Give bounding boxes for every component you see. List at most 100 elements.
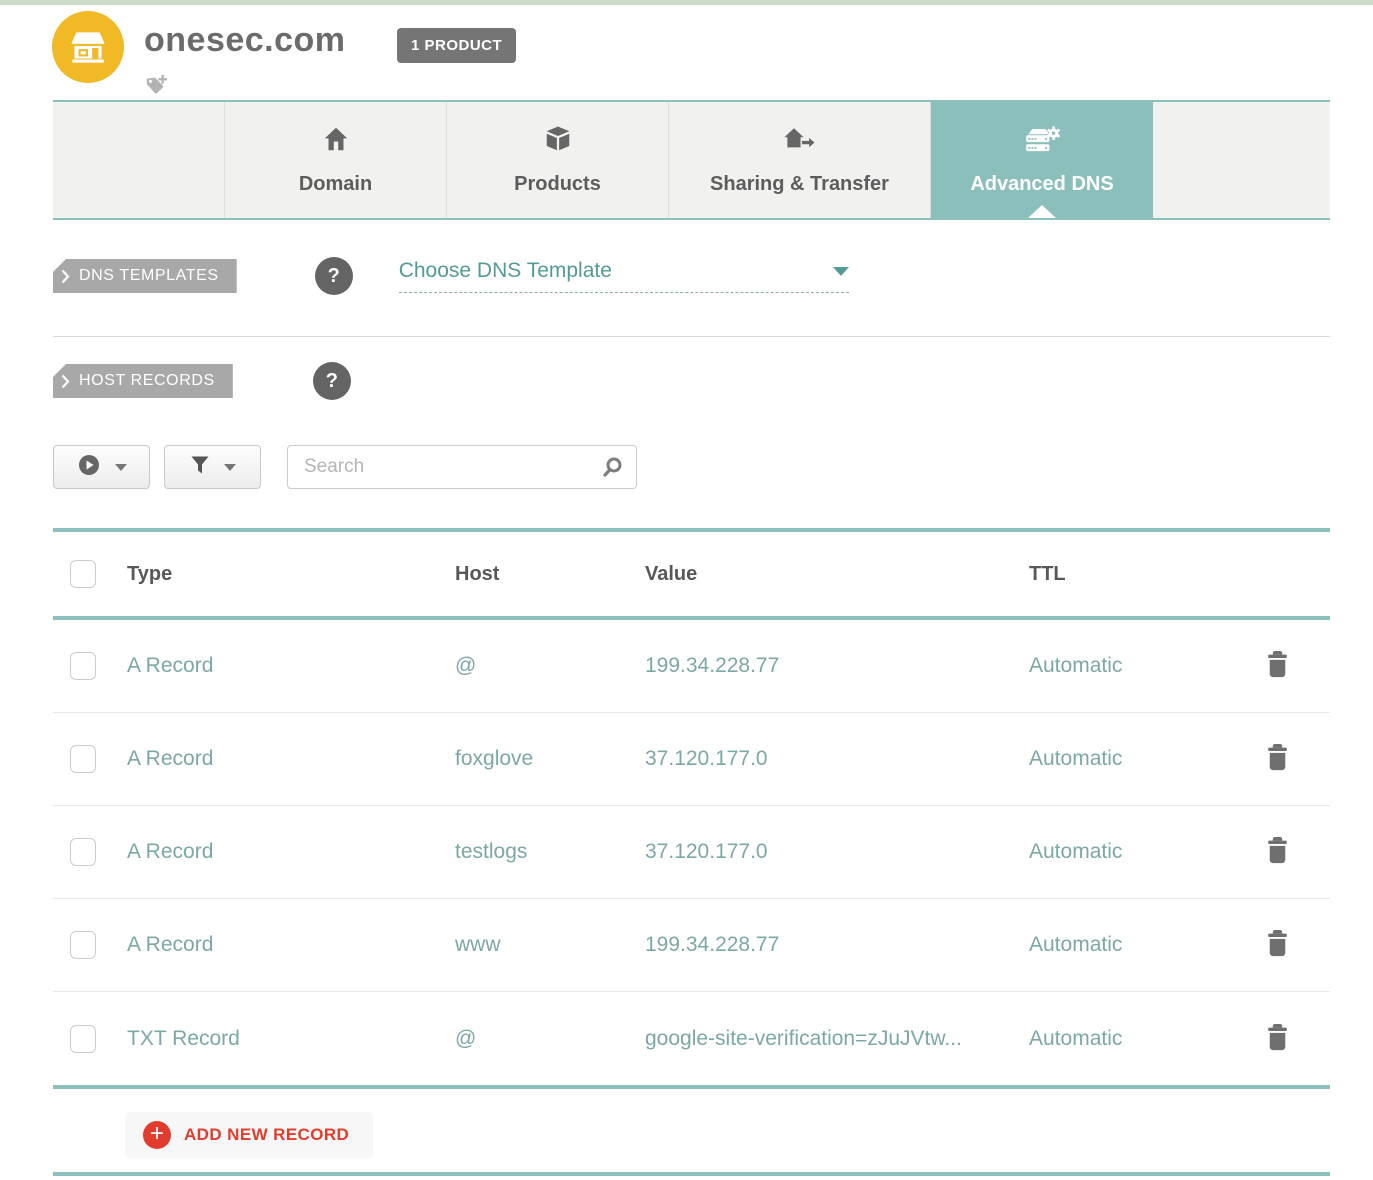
- row-checkbox[interactable]: [70, 1025, 96, 1053]
- package-icon: [543, 124, 573, 159]
- tab-sharing-transfer[interactable]: Sharing & Transfer: [669, 102, 931, 218]
- tab-domain-label: Domain: [299, 173, 372, 196]
- add-record-row: + ADD NEW RECORD: [125, 1112, 1373, 1158]
- delete-record-button[interactable]: [1265, 743, 1290, 775]
- delete-record-button[interactable]: [1265, 836, 1290, 868]
- record-host: testlogs: [455, 840, 645, 864]
- record-host: foxglove: [455, 747, 645, 771]
- filter-button[interactable]: [164, 445, 261, 489]
- record-type: TXT Record: [127, 1027, 455, 1051]
- dns-template-dropdown[interactable]: Choose DNS Template: [399, 259, 849, 293]
- column-header-host: Host: [455, 563, 645, 586]
- tab-advanced-dns-label: Advanced DNS: [970, 173, 1113, 196]
- trash-icon: [1265, 853, 1290, 868]
- column-header-ttl: TTL: [1029, 563, 1260, 586]
- plus-glyph: +: [150, 1122, 164, 1146]
- host-records-ribbon: HOST RECORDS: [53, 364, 233, 398]
- record-value: 199.34.228.77: [645, 933, 1029, 957]
- plus-icon: +: [143, 1121, 171, 1149]
- chevron-right-icon: [61, 269, 70, 284]
- house-transfer-icon: [782, 124, 818, 159]
- dns-templates-label: DNS TEMPLATES: [79, 267, 219, 285]
- record-value: 199.34.228.77: [645, 654, 1029, 678]
- dns-templates-help-icon[interactable]: ?: [315, 257, 353, 295]
- search-box: [287, 445, 637, 489]
- record-type: A Record: [127, 654, 455, 678]
- delete-record-button[interactable]: [1265, 650, 1290, 682]
- record-ttl: Automatic: [1029, 1027, 1260, 1051]
- column-header-value: Value: [645, 563, 1029, 586]
- chevron-down-icon: [115, 464, 127, 471]
- server-gear-icon: [1023, 124, 1061, 159]
- row-checkbox[interactable]: [70, 931, 96, 959]
- play-icon: [77, 453, 101, 482]
- domain-tab-bar: Domain Products Sharing & Transfer: [53, 100, 1330, 220]
- chevron-right-icon: [61, 374, 70, 389]
- record-host: @: [455, 654, 645, 678]
- record-host: @: [455, 1027, 645, 1051]
- trash-icon: [1265, 1040, 1290, 1055]
- record-type: A Record: [127, 840, 455, 864]
- filter-icon: [190, 455, 210, 480]
- record-value: google-site-verification=zJuJVtw...: [645, 1027, 1029, 1051]
- record-host: www: [455, 933, 645, 957]
- bulk-actions-button[interactable]: [53, 445, 150, 489]
- search-input[interactable]: [287, 445, 637, 489]
- host-records-section-header: HOST RECORDS ?: [53, 361, 1373, 401]
- dns-templates-ribbon: DNS TEMPLATES: [53, 259, 237, 293]
- question-mark-glyph: ?: [326, 370, 338, 393]
- table-row: A Record testlogs 37.120.177.0 Automatic: [53, 806, 1330, 899]
- record-ttl: Automatic: [1029, 747, 1260, 771]
- record-value: 37.120.177.0: [645, 747, 1029, 771]
- table-row: A Record www 199.34.228.77 Automatic: [53, 899, 1330, 992]
- tab-advanced-dns[interactable]: Advanced DNS: [931, 102, 1153, 218]
- host-records-label: HOST RECORDS: [79, 372, 215, 390]
- row-checkbox[interactable]: [70, 652, 96, 680]
- tab-products[interactable]: Products: [447, 102, 669, 218]
- domain-header: onesec.com 1 PRODUCT: [0, 5, 1373, 100]
- storefront-icon: [52, 11, 124, 83]
- column-header-type: Type: [127, 563, 455, 586]
- add-tag-icon[interactable]: [144, 74, 168, 101]
- add-new-record-button[interactable]: + ADD NEW RECORD: [125, 1112, 373, 1158]
- add-new-record-label: ADD NEW RECORD: [184, 1125, 349, 1145]
- chevron-down-icon: [833, 267, 849, 276]
- record-ttl: Automatic: [1029, 933, 1260, 957]
- record-type: A Record: [127, 933, 455, 957]
- bottom-accent-line: [53, 1172, 1330, 1176]
- storefront-glyph: [65, 24, 111, 70]
- trash-icon: [1265, 667, 1290, 682]
- question-mark-glyph: ?: [328, 265, 340, 288]
- product-count-badge: 1 PRODUCT: [397, 28, 516, 63]
- row-checkbox[interactable]: [70, 838, 96, 866]
- section-divider: [53, 336, 1330, 337]
- select-all-checkbox[interactable]: [70, 560, 96, 588]
- dns-templates-section: DNS TEMPLATES ? Choose DNS Template: [53, 256, 1373, 296]
- tab-domain[interactable]: Domain: [225, 102, 447, 218]
- record-value: 37.120.177.0: [645, 840, 1029, 864]
- chevron-down-icon: [224, 464, 236, 471]
- dns-template-dropdown-value: Choose DNS Template: [399, 259, 612, 283]
- tab-sharing-transfer-label: Sharing & Transfer: [710, 173, 889, 196]
- house-icon: [321, 124, 351, 159]
- delete-record-button[interactable]: [1265, 929, 1290, 961]
- table-header-row: Type Host Value TTL: [53, 532, 1330, 620]
- trash-icon: [1265, 946, 1290, 961]
- host-records-toolbar: [53, 445, 1373, 489]
- table-row: A Record @ 199.34.228.77 Automatic: [53, 620, 1330, 713]
- host-records-table: Type Host Value TTL A Record @ 199.34.22…: [53, 528, 1330, 1089]
- tab-spacer-left: [53, 102, 225, 218]
- table-row: A Record foxglove 37.120.177.0 Automatic: [53, 713, 1330, 806]
- row-checkbox[interactable]: [70, 745, 96, 773]
- record-type: A Record: [127, 747, 455, 771]
- table-row: TXT Record @ google-site-verification=zJ…: [53, 992, 1330, 1085]
- search-icon[interactable]: [601, 456, 623, 483]
- trash-icon: [1265, 760, 1290, 775]
- delete-record-button[interactable]: [1265, 1023, 1290, 1055]
- host-records-help-icon[interactable]: ?: [313, 362, 351, 400]
- record-ttl: Automatic: [1029, 840, 1260, 864]
- record-ttl: Automatic: [1029, 654, 1260, 678]
- tab-spacer-right: [1153, 102, 1330, 218]
- tab-products-label: Products: [514, 173, 601, 196]
- page-title: onesec.com: [144, 21, 346, 60]
